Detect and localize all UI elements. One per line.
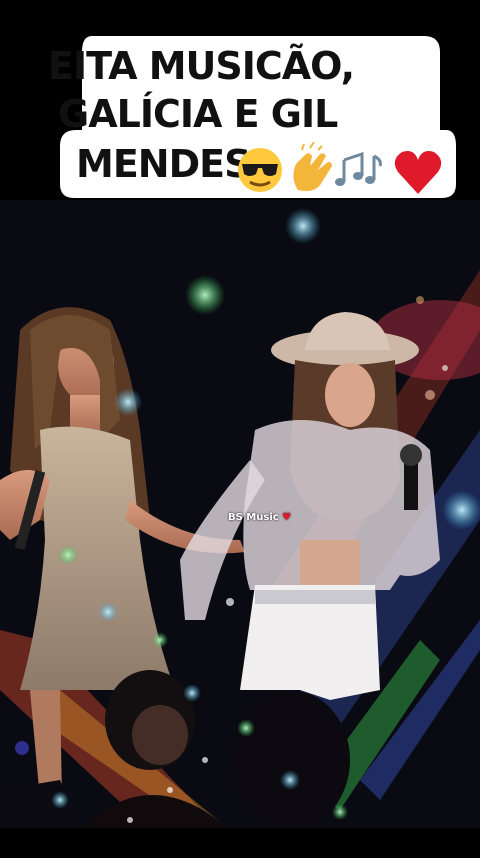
heart-icon: ♥ [282, 512, 292, 523]
watermark-text: BS Music [228, 512, 279, 523]
sunglasses-face-icon [238, 148, 282, 192]
musical-notes-icon [335, 151, 382, 186]
caption-line-2: GALÍCIA E GIL [58, 92, 338, 136]
caption-line-1: EITA MUSICÃO, [48, 44, 355, 88]
video-frame: EITA MUSICÃO, GALÍCIA E GIL MENDES BS Mu… [0, 0, 480, 854]
emoji-row [238, 142, 442, 194]
clapping-hands-icon [293, 142, 332, 191]
caption-line-3: MENDES [76, 142, 251, 186]
watermark: BS Music ♥ [228, 512, 291, 523]
red-heart-icon [394, 151, 442, 194]
